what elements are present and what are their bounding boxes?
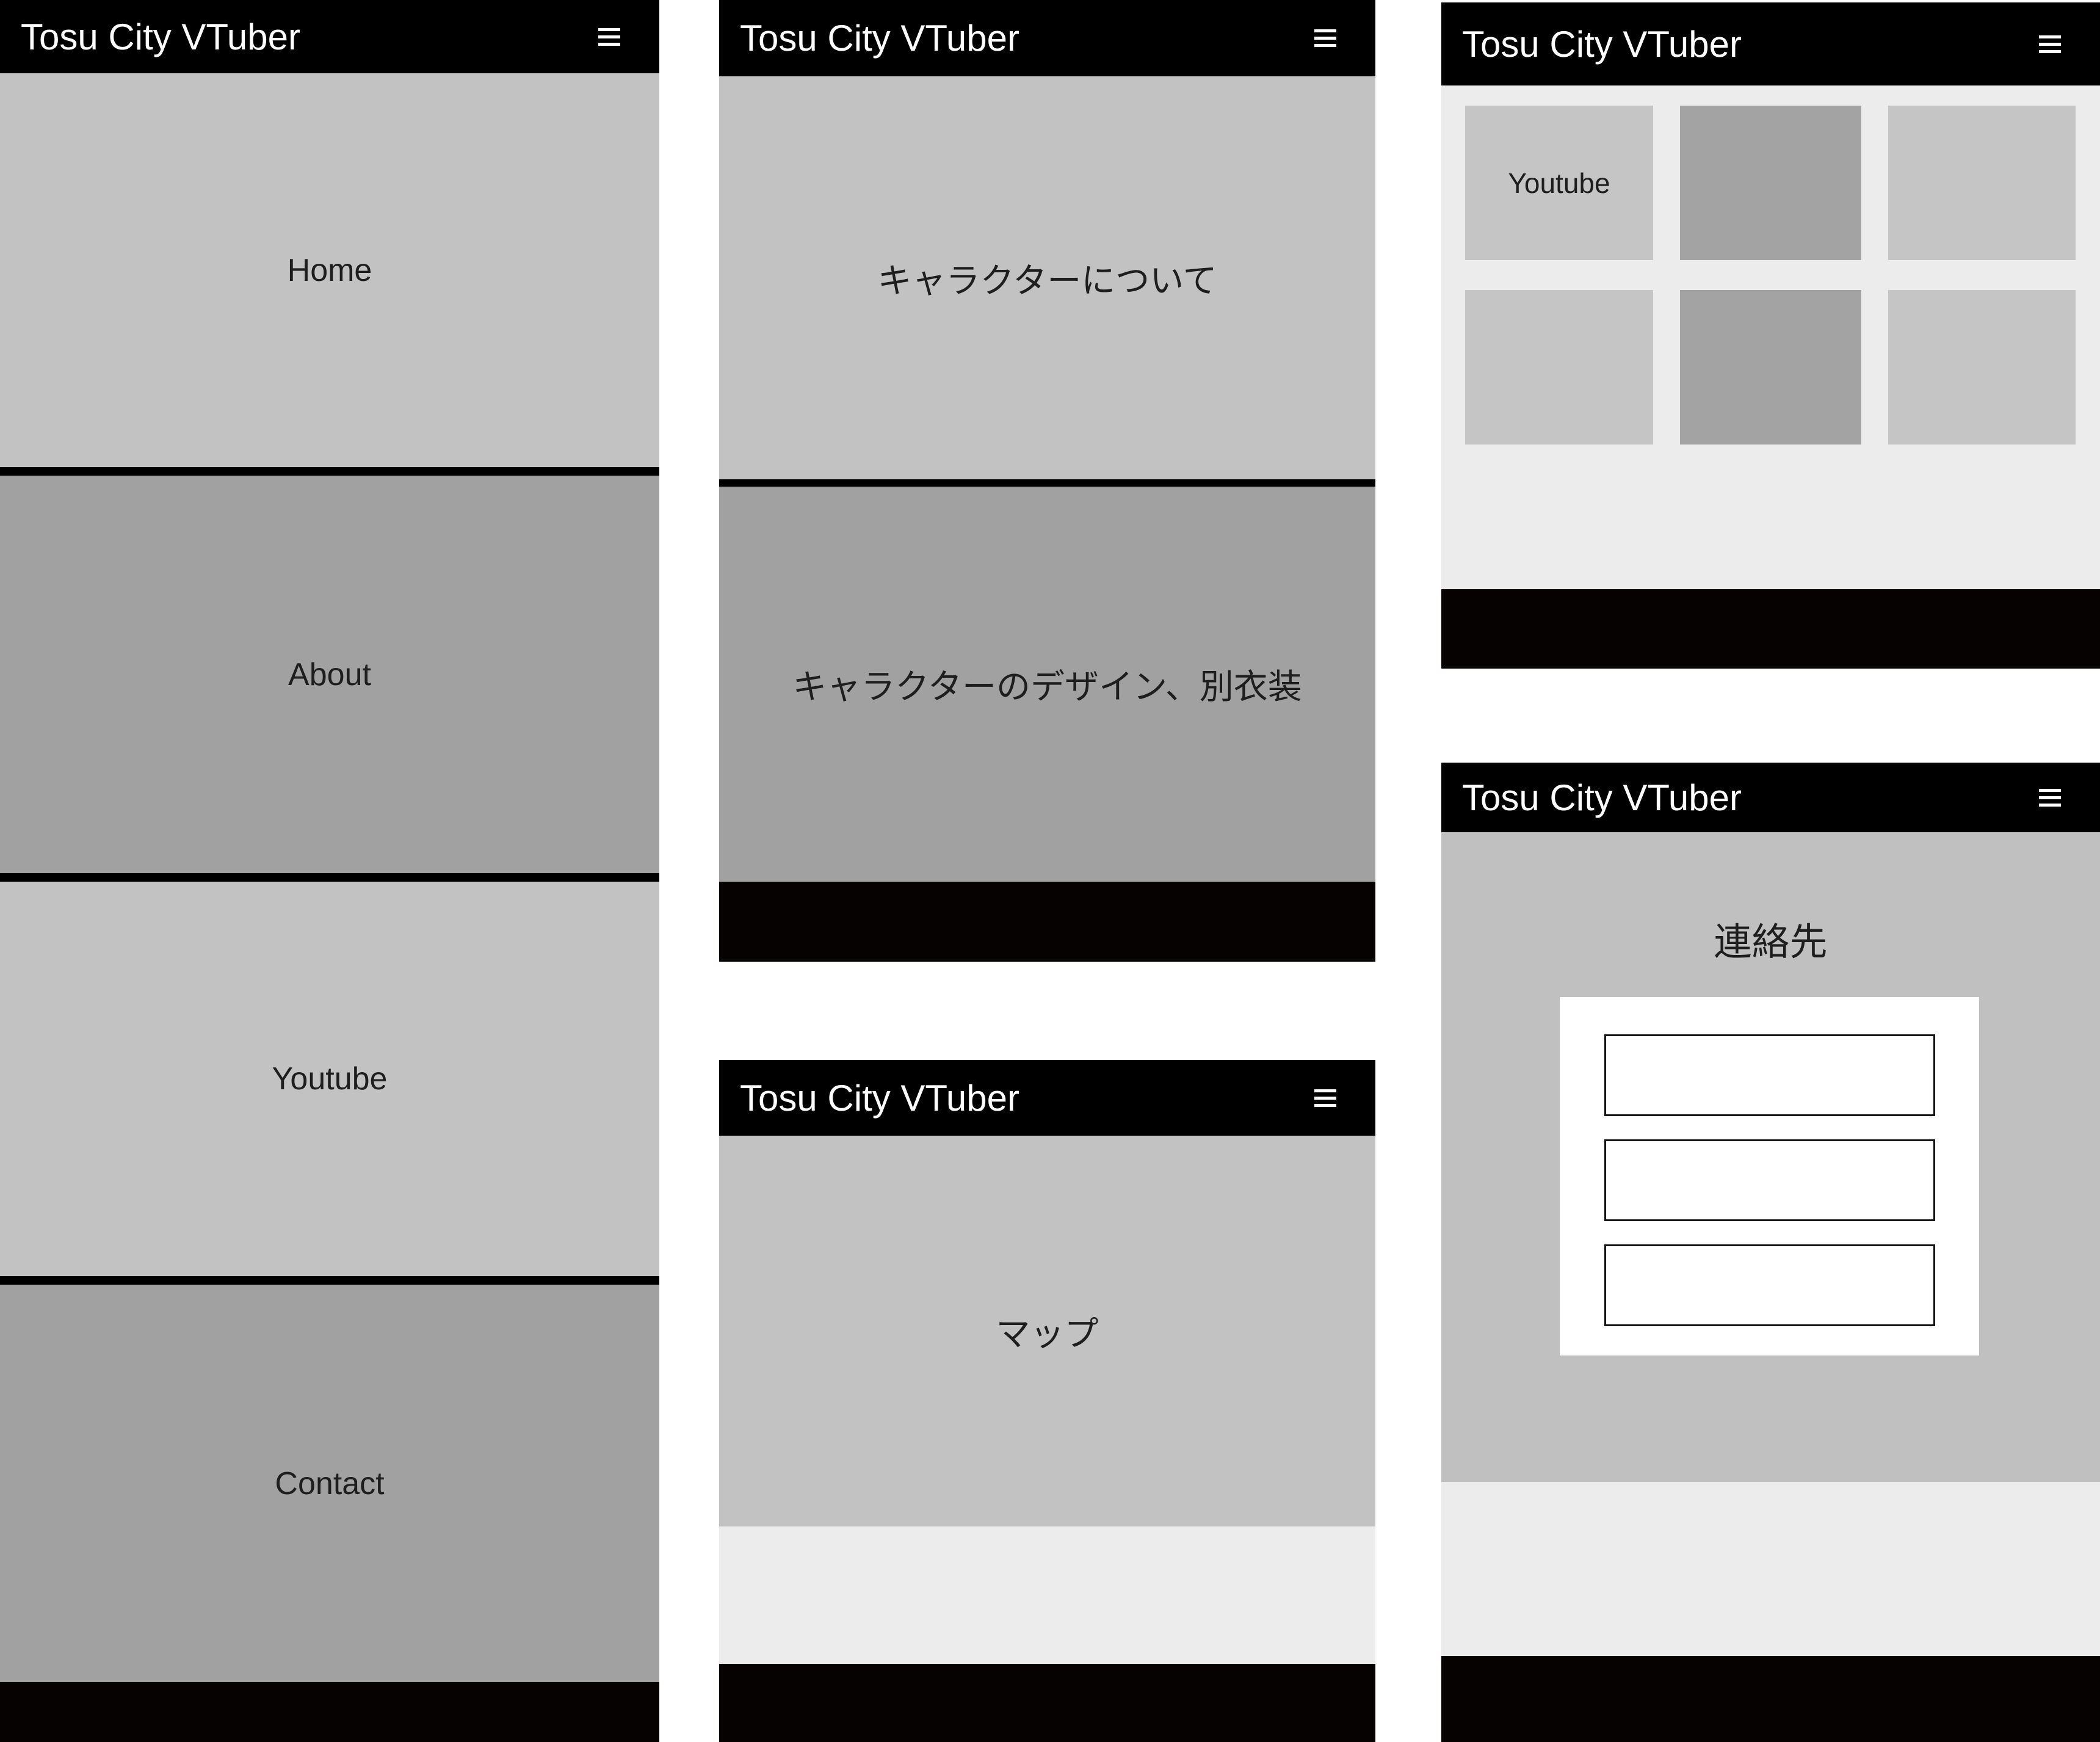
appbar-character: Tosu City VTuber <box>719 0 1375 76</box>
nav-section-label: Home <box>288 252 372 289</box>
page-footer <box>1441 589 2100 669</box>
content-section-character-design: キャラクターのデザイン、別衣装 <box>719 487 1375 882</box>
contact-form <box>1560 997 1979 1355</box>
screen-contact: Tosu City VTuber 連絡先 <box>1441 763 2100 1742</box>
nav-section-youtube[interactable]: Youtube <box>0 882 659 1276</box>
hamburger-bar <box>1314 44 1336 47</box>
nav-section-label: Youtube <box>272 1061 388 1097</box>
hamburger-bar <box>1314 1089 1336 1092</box>
hamburger-bar <box>1314 1097 1336 1100</box>
video-thumbnail[interactable] <box>1888 106 2076 260</box>
hamburger-bar <box>2039 796 2061 799</box>
app-title: Tosu City VTuber <box>740 17 1019 59</box>
section-divider <box>0 1276 659 1285</box>
hamburger-bar <box>598 43 620 46</box>
hamburger-bar <box>598 35 620 38</box>
nav-section-about[interactable]: About <box>0 476 659 873</box>
hamburger-menu-icon[interactable] <box>2039 763 2061 832</box>
hamburger-bar <box>2039 804 2061 807</box>
page-footer <box>719 882 1375 962</box>
contact-input-2[interactable] <box>1604 1139 1935 1221</box>
screen-character: Tosu City VTuber キャラクターについて キャラクターのデザイン、… <box>719 0 1375 962</box>
app-title: Tosu City VTuber <box>1462 777 1742 819</box>
content-section-map: マップ <box>719 1136 1375 1526</box>
page-footer <box>0 1682 659 1742</box>
nav-section-label: Contact <box>275 1465 384 1502</box>
hamburger-bar <box>2039 789 2061 792</box>
hamburger-menu-icon[interactable] <box>598 0 620 73</box>
nav-section-contact[interactable]: Contact <box>0 1285 659 1682</box>
hamburger-bar <box>598 28 620 31</box>
video-thumbnail-youtube[interactable]: Youtube <box>1465 106 1653 260</box>
content-section-label: キャラクターについて <box>877 253 1217 303</box>
spacer-band <box>719 1526 1375 1664</box>
hamburger-bar <box>2039 35 2061 38</box>
hamburger-bar <box>1314 1104 1336 1107</box>
contact-section: 連絡先 <box>1441 832 2100 1482</box>
section-divider <box>719 479 1375 487</box>
appbar-home: Tosu City VTuber <box>0 0 659 73</box>
app-title: Tosu City VTuber <box>740 1077 1019 1119</box>
section-divider <box>0 467 659 476</box>
hamburger-bar <box>2039 50 2061 53</box>
video-thumbnail[interactable] <box>1680 106 1861 260</box>
hamburger-menu-icon[interactable] <box>2039 2 2061 85</box>
section-divider <box>0 873 659 882</box>
nav-section-home[interactable]: Home <box>0 73 659 467</box>
spacer-band <box>1441 1482 2100 1656</box>
video-grid: Youtube <box>1465 106 2076 445</box>
contact-heading: 連絡先 <box>1441 924 2100 962</box>
screen-home: Tosu City VTuber Home About Youtube Cont… <box>0 0 659 1742</box>
appbar-youtube: Tosu City VTuber <box>1441 2 2100 85</box>
nav-section-label: About <box>288 656 371 693</box>
screen-map: Tosu City VTuber マップ <box>719 1060 1375 1742</box>
hamburger-bar <box>1314 29 1336 32</box>
content-section-label: マップ <box>996 1307 1099 1356</box>
appbar-contact: Tosu City VTuber <box>1441 763 2100 832</box>
app-title: Tosu City VTuber <box>21 16 300 58</box>
hamburger-bar <box>2039 43 2061 46</box>
video-grid-area: Youtube <box>1441 85 2100 589</box>
hamburger-menu-icon[interactable] <box>1314 1060 1336 1136</box>
wireframe-canvas: Tosu City VTuber Home About Youtube Cont… <box>0 0 2100 1742</box>
appbar-map: Tosu City VTuber <box>719 1060 1375 1136</box>
content-section-label: キャラクターのデザイン、別衣装 <box>792 659 1302 709</box>
video-thumbnail[interactable] <box>1465 290 1653 445</box>
screen-youtube: Tosu City VTuber Youtube <box>1441 2 2100 669</box>
hamburger-bar <box>1314 37 1336 40</box>
page-footer <box>719 1664 1375 1742</box>
app-title: Tosu City VTuber <box>1462 23 1742 65</box>
page-footer <box>1441 1656 2100 1742</box>
contact-input-3[interactable] <box>1604 1244 1935 1326</box>
video-thumbnail[interactable] <box>1680 290 1861 445</box>
contact-input-1[interactable] <box>1604 1034 1935 1116</box>
hamburger-menu-icon[interactable] <box>1314 0 1336 76</box>
content-section-character-about: キャラクターについて <box>719 76 1375 479</box>
video-thumbnail[interactable] <box>1888 290 2076 445</box>
video-thumbnail-label: Youtube <box>1508 167 1610 200</box>
